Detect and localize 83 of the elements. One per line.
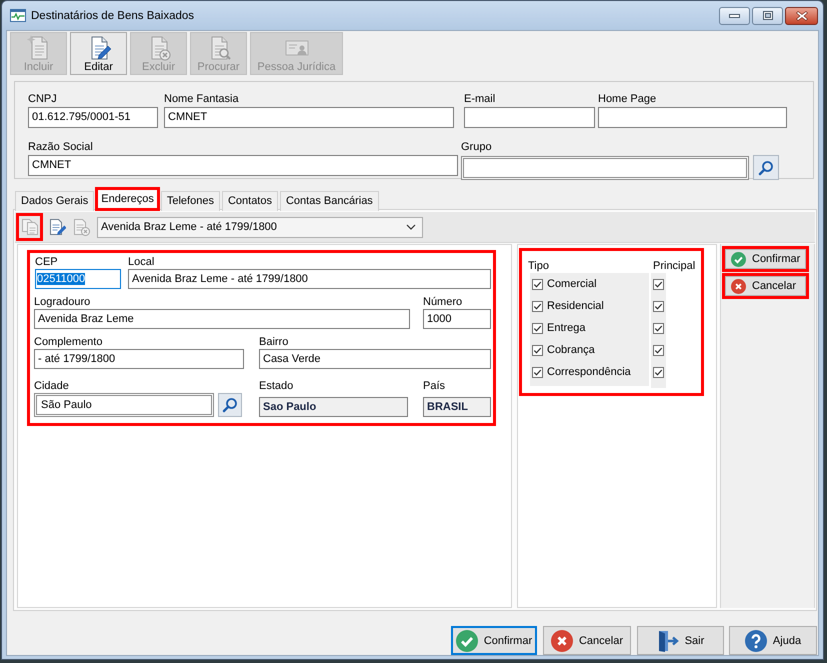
type-label: Residencial: [547, 300, 604, 312]
field-label: CNPJ: [28, 92, 57, 106]
checkbox[interactable]: [653, 322, 664, 334]
caret-icon: [406, 224, 416, 230]
tab[interactable]: Dados Gerais: [15, 191, 94, 211]
tab[interactable]: Telefones: [160, 191, 220, 211]
input-field[interactable]: CMNET: [164, 107, 454, 128]
checkbox[interactable]: [653, 300, 664, 312]
input-field[interactable]: 1000: [423, 309, 491, 329]
address-dropdown[interactable]: Avenida Braz Leme - até 1799/1800: [97, 216, 423, 238]
column-header: Principal: [653, 259, 696, 273]
checkbox[interactable]: [532, 278, 543, 290]
input-field[interactable]: [464, 107, 595, 128]
type-label: Correspondência: [547, 366, 631, 378]
input-field[interactable]: Casa Verde: [259, 349, 491, 369]
check-circle-icon: [456, 630, 478, 652]
cancel-button[interactable]: Cancelar: [722, 273, 809, 299]
x-circle-icon: [550, 630, 573, 652]
minimize-button[interactable]: [719, 6, 750, 24]
field-label: Local: [128, 255, 154, 269]
input-field[interactable]: Sao Paulo: [259, 397, 408, 417]
maximize-button[interactable]: [752, 6, 783, 24]
maximize-icon: [762, 11, 772, 20]
field-label: Estado: [259, 379, 294, 393]
checkbox[interactable]: [532, 300, 543, 312]
input-field[interactable]: [598, 107, 787, 128]
tab[interactable]: Contas Bancárias: [280, 191, 379, 211]
help-icon: [744, 630, 767, 652]
input-field[interactable]: [461, 156, 749, 180]
checkbox[interactable]: [653, 366, 664, 378]
check-circle-icon: [731, 252, 746, 266]
close-icon: [796, 10, 808, 20]
search-button[interactable]: [753, 155, 779, 180]
field-label: Razão Social: [28, 140, 93, 154]
field-label: Logradouro: [34, 295, 90, 309]
checkbox[interactable]: [532, 344, 543, 356]
input-field[interactable]: São Paulo: [34, 393, 214, 417]
input-field[interactable]: Avenida Braz Leme - até 1799/1800: [128, 269, 491, 289]
tab[interactable]: Endereços: [95, 187, 160, 211]
input-field[interactable]: Avenida Braz Leme: [34, 309, 410, 329]
tab[interactable]: Contatos: [222, 191, 278, 211]
checkbox[interactable]: [532, 322, 543, 334]
column-header: Tipo: [528, 259, 549, 273]
input-field[interactable]: CMNET: [28, 155, 458, 176]
exit-door-icon: [656, 630, 679, 652]
exit-button[interactable]: Sair: [637, 626, 724, 655]
input-field[interactable]: BRASIL: [423, 397, 491, 417]
close-button[interactable]: [785, 6, 818, 24]
document-sparkle-icon: [26, 35, 50, 61]
checkbox[interactable]: [653, 344, 664, 356]
field-label: Home Page: [598, 92, 656, 106]
help-button[interactable]: Ajuda: [729, 626, 817, 655]
checkbox[interactable]: [532, 366, 543, 378]
toolbar-button[interactable]: Editar: [70, 32, 127, 75]
type-label: Comercial: [547, 278, 597, 290]
field-label: Nome Fantasia: [164, 92, 239, 106]
x-circle-icon: [731, 278, 746, 294]
document-x-icon: [72, 218, 90, 236]
input-field[interactable]: - até 1799/1800: [34, 349, 244, 369]
confirm-button[interactable]: Confirmar: [451, 626, 537, 655]
field-label: Grupo: [461, 140, 492, 154]
search-icon: [222, 397, 238, 413]
cancel-button[interactable]: Cancelar: [543, 626, 631, 655]
field-label: País: [423, 379, 446, 393]
input-field[interactable]: 02511000: [35, 269, 121, 289]
pulse-window-icon: [10, 9, 26, 22]
search-icon: [758, 160, 774, 176]
document-pencil-icon: [48, 218, 66, 236]
field-label: Cidade: [34, 379, 69, 393]
search-button[interactable]: [218, 393, 242, 417]
copy-pages-icon: [20, 218, 38, 236]
field-label: Número: [423, 295, 462, 309]
field-label: E-mail: [464, 92, 496, 106]
checkbox[interactable]: [653, 278, 664, 290]
confirm-button[interactable]: Confirmar: [722, 246, 809, 272]
type-label: Cobrança: [547, 344, 595, 356]
field-label: CEP: [35, 255, 58, 269]
type-label: Entrega: [547, 322, 586, 334]
minimize-icon: [729, 14, 740, 18]
input-field[interactable]: 01.612.795/0001-51: [28, 107, 158, 128]
field-label: Complemento: [34, 335, 102, 349]
field-label: Bairro: [259, 335, 288, 349]
window-title: Destinatários de Bens Baixados: [31, 10, 196, 22]
